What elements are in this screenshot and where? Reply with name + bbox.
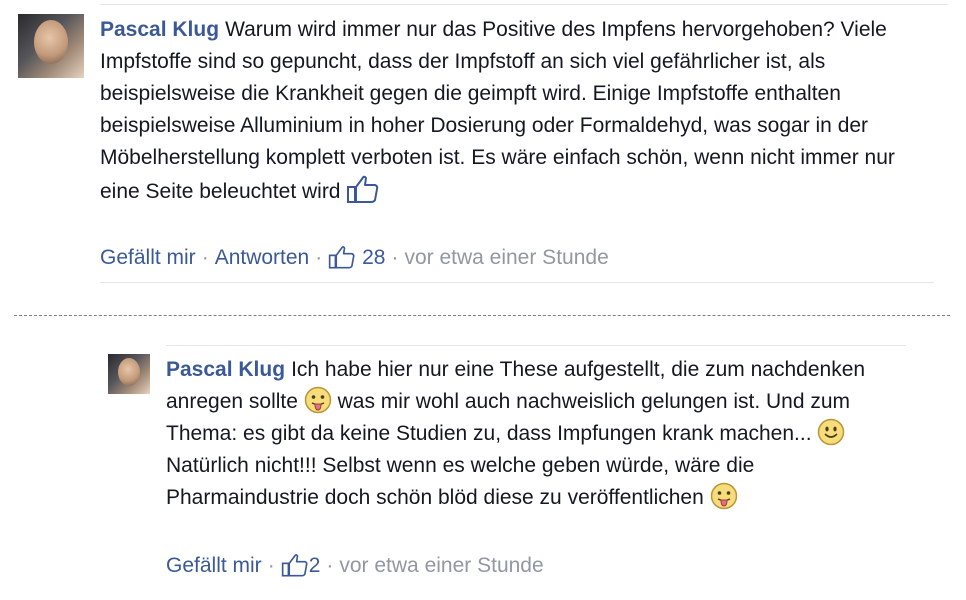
comment-divider (100, 282, 934, 283)
smile-emoji-icon (817, 418, 845, 446)
thumbs-up-icon (346, 174, 380, 214)
comment-actions: Gefällt mir · Antworten · 28 · vor etwa einer… (100, 244, 609, 278)
reply-link[interactable]: Antworten (215, 246, 310, 269)
like-link[interactable]: Gefällt mir (100, 246, 196, 269)
comment-body: Pascal Klug Warum wird immer nur das Posi… (100, 14, 920, 214)
like-count: 2 (308, 554, 321, 577)
like-link[interactable]: Gefällt mir (166, 554, 262, 577)
tongue-emoji-icon (304, 386, 332, 414)
like-count-button[interactable]: 2 (281, 554, 321, 577)
separator: · (267, 554, 275, 577)
reply-body: Pascal Klug Ich habe hier nur eine These … (166, 354, 896, 514)
comment-text: Warum wird immer nur das Positive des Im… (100, 18, 895, 203)
avatar[interactable] (108, 354, 150, 394)
separator: · (201, 246, 209, 269)
thumbs-up-icon (281, 552, 309, 586)
timestamp-link[interactable]: vor etwa einer Stunde (404, 246, 608, 269)
like-count-button[interactable]: 28 (328, 246, 385, 269)
author-name-link[interactable]: Pascal Klug (100, 18, 219, 41)
top-divider (100, 4, 948, 5)
dashed-separator (14, 315, 950, 316)
tongue-emoji-icon (710, 482, 738, 510)
thumbs-up-icon (328, 244, 356, 278)
reply-top-divider (166, 345, 906, 346)
like-count: 28 (362, 246, 386, 269)
reply-text-part-3: Natürlich nicht!!! Selbst wenn es welche… (166, 454, 755, 509)
author-name-link[interactable]: Pascal Klug (166, 358, 285, 381)
reply-actions: Gefällt mir · 2 · vor etwa einer Stunde (166, 552, 544, 586)
separator: · (326, 554, 334, 577)
avatar[interactable] (18, 14, 84, 78)
separator: · (391, 246, 399, 269)
timestamp-link[interactable]: vor etwa einer Stunde (339, 554, 543, 577)
separator: · (315, 246, 323, 269)
